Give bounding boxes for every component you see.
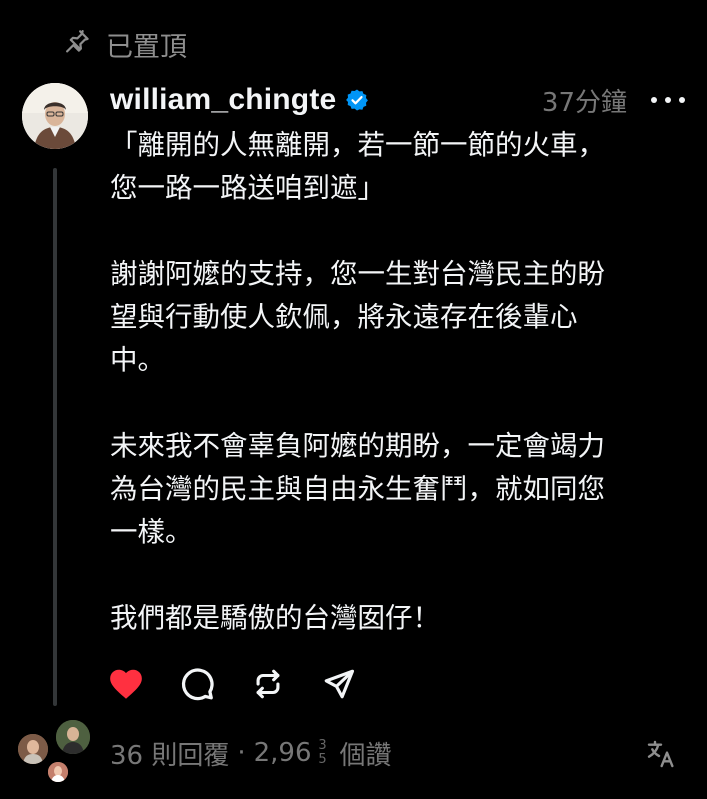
post-paragraph: 我們都是驕傲的台灣囡仔！	[110, 597, 695, 640]
post-body: 「離開的人無離開，若一節一節的火車， 您一路一路送咱到遮」 謝謝阿嬤的支持，您一…	[110, 124, 695, 640]
username[interactable]: william_chingte	[110, 83, 336, 117]
post-line: 望與行動使人欽佩，將永遠存在後輩心	[110, 301, 578, 333]
reply-avatar	[46, 760, 70, 784]
verified-badge-icon	[345, 88, 369, 112]
pinned-label: 已置頂	[106, 31, 187, 63]
share-icon[interactable]	[319, 664, 359, 704]
translate-icon[interactable]	[645, 738, 677, 770]
reply-avatars[interactable]	[16, 718, 96, 788]
post-line: 我們都是驕傲的台灣囡仔！	[110, 602, 440, 634]
pin-icon	[62, 27, 92, 61]
post-line: 「離開的人無離開，若一節一節的火車，	[110, 129, 605, 161]
post-line: 一樣。	[110, 516, 193, 548]
post-line: 您一路一路送咱到遮」	[110, 172, 385, 204]
stats-separator: ·	[237, 738, 246, 768]
action-bar	[106, 664, 359, 704]
repost-icon[interactable]	[248, 664, 288, 704]
post-header: william_chingte 37分鐘	[110, 78, 685, 122]
likes-count[interactable]: 2,96	[254, 738, 312, 768]
comment-icon[interactable]	[177, 664, 217, 704]
thread-line	[53, 168, 57, 706]
rolling-digit-bottom: 5	[318, 752, 327, 767]
replies-count[interactable]: 36 則回覆	[110, 735, 229, 772]
heart-icon[interactable]	[106, 664, 146, 704]
likes-rolling-digit: 3 5	[314, 733, 332, 773]
post-line: 為台灣的民主與自由永生奮鬥，就如同您	[110, 473, 605, 505]
post-timestamp: 37分鐘	[541, 87, 627, 118]
avatar[interactable]	[22, 83, 88, 149]
post-paragraph: 「離開的人無離開，若一節一節的火車， 您一路一路送咱到遮」	[110, 124, 695, 210]
reply-avatar	[54, 718, 92, 756]
post-line: 中。	[110, 344, 165, 376]
post-paragraph: 謝謝阿嬤的支持，您一生對台灣民主的盼 望與行動使人欽佩，將永遠存在後輩心 中。	[110, 253, 695, 382]
reply-avatar	[16, 732, 50, 766]
more-icon[interactable]	[651, 90, 685, 110]
likes-label[interactable]: 個讚	[340, 735, 392, 772]
post-line: 未來我不會辜負阿嬤的期盼，一定會竭力	[110, 430, 605, 462]
post-paragraph: 未來我不會辜負阿嬤的期盼，一定會竭力 為台灣的民主與自由永生奮鬥，就如同您 一樣…	[110, 425, 695, 554]
rolling-digit-top: 3	[318, 738, 327, 753]
pinned-indicator: 已置頂	[62, 24, 187, 64]
post-stats: 36 則回覆 · 2,96 3 5 個讚	[110, 733, 392, 773]
post-line: 謝謝阿嬤的支持，您一生對台灣民主的盼	[110, 258, 605, 290]
